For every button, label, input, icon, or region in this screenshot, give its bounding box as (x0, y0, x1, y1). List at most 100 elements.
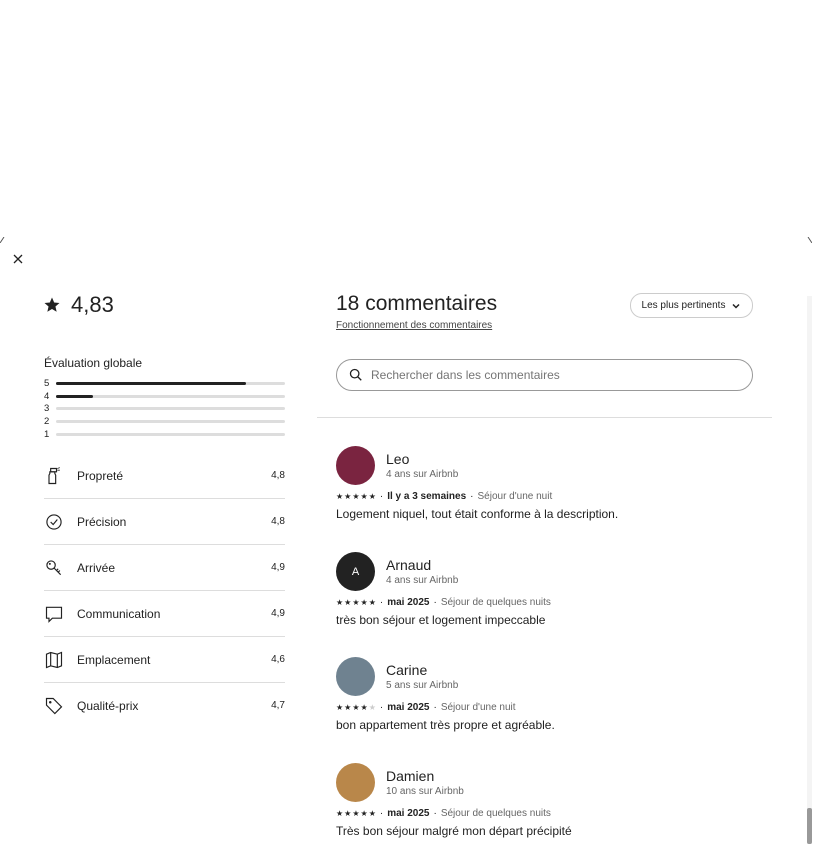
review-date: mai 2025 (387, 702, 430, 713)
category-name: Propreté (77, 468, 124, 483)
review-item: Carine 5 ans sur Airbnb ★ ★ ★ ★ ★ · mai 2025 · Séj… (336, 657, 766, 732)
reviewer-name: Arnaud (386, 557, 432, 573)
review-stars: ★ ★ ★ ★ ★ (336, 808, 376, 818)
chat-bubble-icon (45, 606, 63, 623)
star-icon: ★ (336, 808, 344, 818)
category-name: Précision (77, 514, 127, 529)
star-icon: ★ (360, 808, 368, 818)
search-box[interactable] (336, 359, 753, 391)
review-date: Il y a 3 semaines (387, 491, 467, 502)
star-icon: ★ (368, 597, 376, 607)
avatar-initial: A (351, 565, 360, 578)
sort-dropdown[interactable]: Les plus pertinents (630, 293, 753, 318)
category-value: 4,8 (271, 516, 285, 527)
star-icon: ★ (344, 491, 352, 501)
reviewer-name: Carine (386, 662, 428, 678)
meta-separator: · (379, 597, 384, 608)
rating-value: 4,83 (71, 292, 114, 317)
category-name: Qualité-prix (77, 698, 139, 713)
modal-corner-right (807, 237, 812, 243)
review-text: bon appartement très propre et agréable. (336, 718, 555, 732)
category-name: Emplacement (77, 652, 151, 667)
star-icon: ★ (344, 808, 352, 818)
star-icon: ★ (336, 597, 344, 607)
meta-separator: · (433, 808, 437, 819)
how-reviews-work-link[interactable]: Fonctionnement des commentaires (336, 320, 492, 331)
reviewer-since: 4 ans sur Airbnb (386, 575, 459, 586)
star-icon: ★ (360, 702, 368, 712)
distribution-label: 3 (44, 403, 50, 415)
distribution-track (56, 394, 285, 398)
avatar[interactable] (336, 446, 375, 485)
star-icon: ★ (352, 702, 360, 712)
avatar[interactable]: A (336, 552, 375, 591)
spray-bottle-icon (48, 466, 60, 484)
category-row: Qualité-prix 4,7 (44, 683, 285, 728)
distribution-row: 3 (44, 403, 285, 416)
avatar[interactable] (336, 763, 375, 802)
review-stars: ★ ★ ★ ★ ★ (336, 702, 376, 712)
overall-label: Évaluation globale (44, 356, 143, 370)
avatar[interactable] (336, 657, 375, 696)
scrollbar-thumb[interactable] (807, 808, 812, 844)
review-date: mai 2025 (387, 808, 430, 819)
stay-type: Séjour d'une nuit (477, 491, 553, 502)
review-meta: ★ ★ ★ ★ ★ · mai 2025 · Séjour de quelques nuits (336, 597, 766, 608)
close-button[interactable] (10, 251, 26, 267)
category-ratings: Propreté 4,8 Précision 4,8 Arrivée 4,9 Communi… (44, 453, 285, 728)
star-icon: ★ (344, 597, 352, 607)
review-item: Damien 10 ans sur Airbnb ★ ★ ★ ★ ★ · mai 2025 · Sé… (336, 763, 766, 838)
review-stars: ★ ★ ★ ★ ★ (336, 491, 376, 501)
check-circle-icon (46, 513, 62, 530)
distribution-track (56, 407, 285, 411)
review-date: mai 2025 (387, 597, 430, 608)
key-icon (46, 559, 62, 575)
meta-separator: · (379, 491, 384, 502)
review-text: Logement niquel, tout était conforme à l… (336, 507, 619, 521)
rating-distribution: 54321 (44, 377, 285, 441)
distribution-row: 1 (44, 428, 285, 441)
star-icon: ★ (360, 597, 368, 607)
star-icon: ★ (352, 808, 360, 818)
review-meta: ★ ★ ★ ★ ★ · Il y a 3 semaines · Séjour d'une nui… (336, 491, 766, 502)
review-item: A Arnaud 4 ans sur Airbnb ★ ★ ★ ★ ★ · mai 2025 · Sé… (336, 552, 766, 627)
reviewer-name: Leo (386, 451, 410, 467)
category-row: Emplacement 4,6 (44, 637, 285, 683)
star-icon: ★ (336, 491, 344, 501)
scrollbar-track[interactable] (807, 296, 812, 844)
review-meta: ★ ★ ★ ★ ★ · mai 2025 · Séjour d'une nuit (336, 702, 766, 713)
search-input[interactable] (369, 367, 752, 383)
category-row: Communication 4,9 (44, 591, 285, 637)
star-icon: ★ (352, 597, 360, 607)
category-name: Communication (77, 606, 161, 621)
distribution-row: 5 (44, 377, 285, 390)
close-icon[interactable] (10, 251, 26, 267)
meta-separator: · (379, 808, 384, 819)
meta-separator: · (379, 702, 384, 713)
star-icon: ★ (368, 702, 376, 712)
reviewer-name: Damien (386, 768, 435, 784)
distribution-fill (56, 394, 93, 398)
overall-rating: 4,83 (43, 292, 114, 318)
distribution-row: 4 (44, 390, 285, 403)
star-icon (44, 297, 60, 312)
category-row: Précision 4,8 (44, 499, 285, 545)
distribution-fill (56, 381, 247, 385)
chevron-down-icon (732, 303, 740, 309)
category-value: 4,8 (271, 470, 285, 481)
category-value: 4,7 (271, 700, 285, 711)
distribution-label: 4 (44, 390, 50, 402)
reviews-title: 18 commentaires (336, 292, 498, 315)
distribution-label: 2 (44, 416, 50, 428)
review-stars: ★ ★ ★ ★ ★ (336, 597, 376, 607)
review-text: Très bon séjour malgré mon départ précip… (336, 824, 572, 838)
stay-type: Séjour d'une nuit (440, 702, 516, 713)
distribution-label: 5 (44, 377, 50, 389)
map-icon (45, 651, 63, 668)
category-value: 4,6 (271, 654, 285, 665)
distribution-label: 1 (44, 429, 50, 441)
meta-separator: · (470, 491, 474, 502)
star-icon: ★ (360, 491, 368, 501)
meta-separator: · (433, 597, 437, 608)
review-text: très bon séjour et logement impeccable (336, 613, 546, 627)
